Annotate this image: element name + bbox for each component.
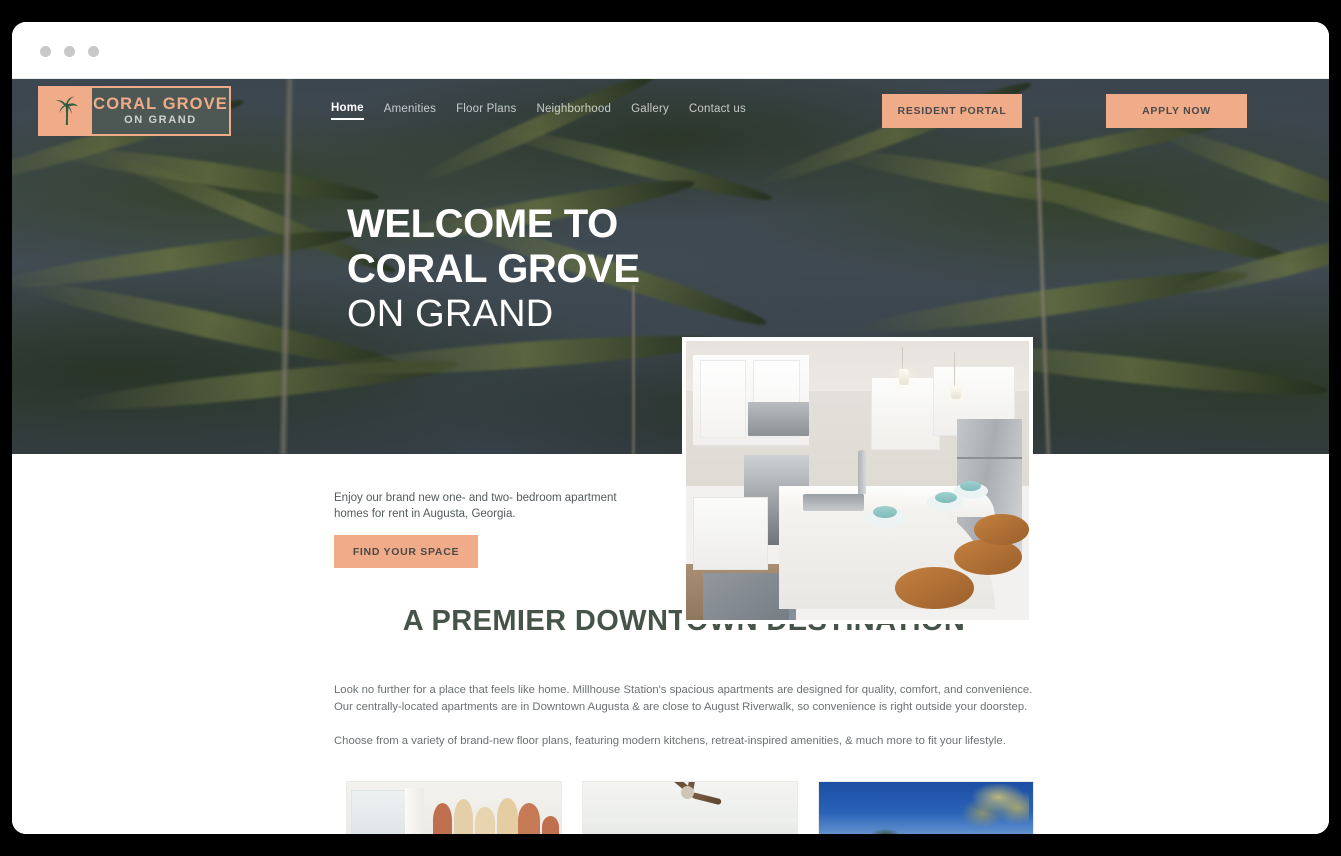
header-actions: RESIDENT PORTAL APPLY NOW [882, 94, 1307, 128]
hero-headline-line-1: WELCOME TO [347, 202, 618, 246]
hero-headline: WELCOME TO CORAL GROVE ON GRAND [347, 202, 640, 337]
apply-now-button[interactable]: APPLY NOW [1106, 94, 1247, 128]
site-header: CORAL GROVE ON GRAND Home Amenities Floo… [12, 79, 1329, 143]
intro-lead-text: Enjoy our brand new one- and two- bedroo… [334, 492, 617, 520]
page-viewport: CORAL GROVE ON GRAND Home Amenities Floo… [12, 79, 1329, 834]
hero-section: CORAL GROVE ON GRAND Home Amenities Floo… [12, 79, 1329, 454]
window-dot-minimize[interactable] [64, 46, 75, 57]
nav-item-gallery[interactable]: Gallery [631, 103, 669, 119]
nav-item-home[interactable]: Home [331, 102, 364, 120]
logo-subtitle: ON GRAND [124, 113, 197, 126]
intro-paragraph-2: Choose from a variety of brand-new floor… [334, 735, 1006, 747]
site-logo[interactable]: CORAL GROVE ON GRAND [38, 86, 231, 136]
hero-headline-line-2: CORAL GROVE [347, 247, 640, 291]
gallery-strip [346, 781, 1034, 834]
nav-item-contact-us[interactable]: Contact us [689, 103, 746, 119]
intro-paragraph-1: Look no further for a place that feels l… [334, 684, 1033, 713]
browser-window: CORAL GROVE ON GRAND Home Amenities Floo… [12, 22, 1329, 834]
hero-headline-line-3: ON GRAND [347, 293, 554, 335]
main-navigation: Home Amenities Floor Plans Neighborhood … [331, 102, 746, 120]
logo-wordmark: CORAL GROVE ON GRAND [92, 88, 229, 134]
gallery-item-palm-sky[interactable] [818, 781, 1034, 834]
window-dot-close[interactable] [40, 46, 51, 57]
intro-section: Enjoy our brand new one- and two- bedroo… [12, 454, 1329, 834]
find-your-space-button[interactable]: FIND YOUR SPACE [334, 535, 478, 568]
window-controls [40, 46, 99, 57]
resident-portal-button[interactable]: RESIDENT PORTAL [882, 94, 1022, 128]
gallery-item-living-room[interactable] [346, 781, 562, 834]
gallery-item-ceiling-fan[interactable] [582, 781, 798, 834]
palm-tree-icon [40, 88, 92, 134]
nav-item-neighborhood[interactable]: Neighborhood [536, 103, 611, 119]
browser-chrome-bar [12, 22, 1329, 79]
kitchen-photo-content [686, 341, 1029, 620]
nav-item-floor-plans[interactable]: Floor Plans [456, 103, 516, 119]
window-dot-maximize[interactable] [88, 46, 99, 57]
kitchen-feature-photo [682, 337, 1033, 624]
logo-title: CORAL GROVE [93, 95, 228, 114]
nav-item-amenities[interactable]: Amenities [384, 103, 436, 119]
